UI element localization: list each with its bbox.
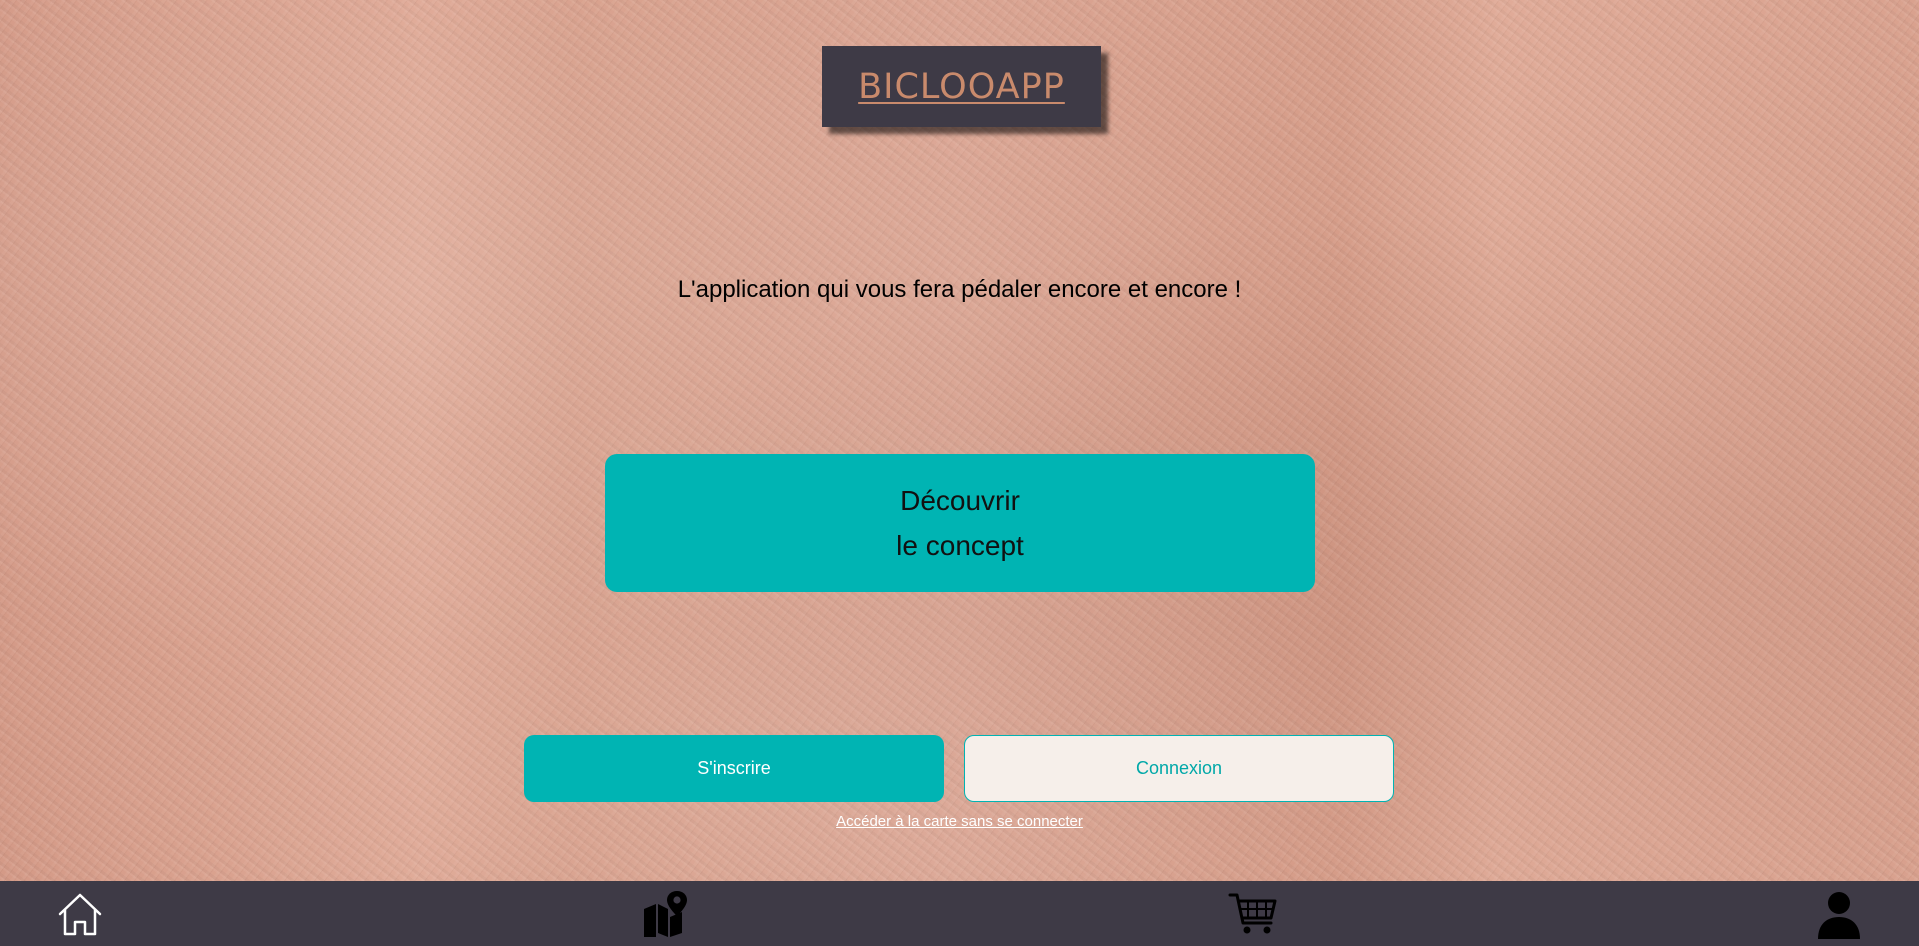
nav-cart-button[interactable] bbox=[1228, 889, 1278, 939]
cart-icon bbox=[1228, 893, 1277, 934]
login-button[interactable]: Connexion bbox=[964, 735, 1394, 802]
home-icon bbox=[58, 893, 102, 936]
app-logo: BICLOOAPP bbox=[822, 46, 1101, 127]
nav-home-button[interactable] bbox=[55, 889, 105, 939]
nav-map-button[interactable] bbox=[642, 889, 692, 939]
map-without-login-link[interactable]: Accéder à la carte sans se connecter bbox=[0, 813, 1919, 830]
discover-concept-button[interactable]: Découvrir le concept bbox=[605, 454, 1315, 592]
discover-button-line1: Découvrir bbox=[900, 485, 1020, 516]
tagline: L'application qui vous fera pédaler enco… bbox=[677, 276, 1242, 303]
logo-text: BICLOOAPP bbox=[858, 66, 1065, 107]
map-pin-icon bbox=[644, 891, 687, 937]
bottom-navigation-bar bbox=[0, 881, 1919, 946]
user-icon bbox=[1818, 892, 1860, 939]
discover-button-line2: le concept bbox=[896, 530, 1024, 561]
signup-button[interactable]: S'inscrire bbox=[524, 735, 944, 802]
nav-profile-button[interactable] bbox=[1814, 889, 1864, 939]
